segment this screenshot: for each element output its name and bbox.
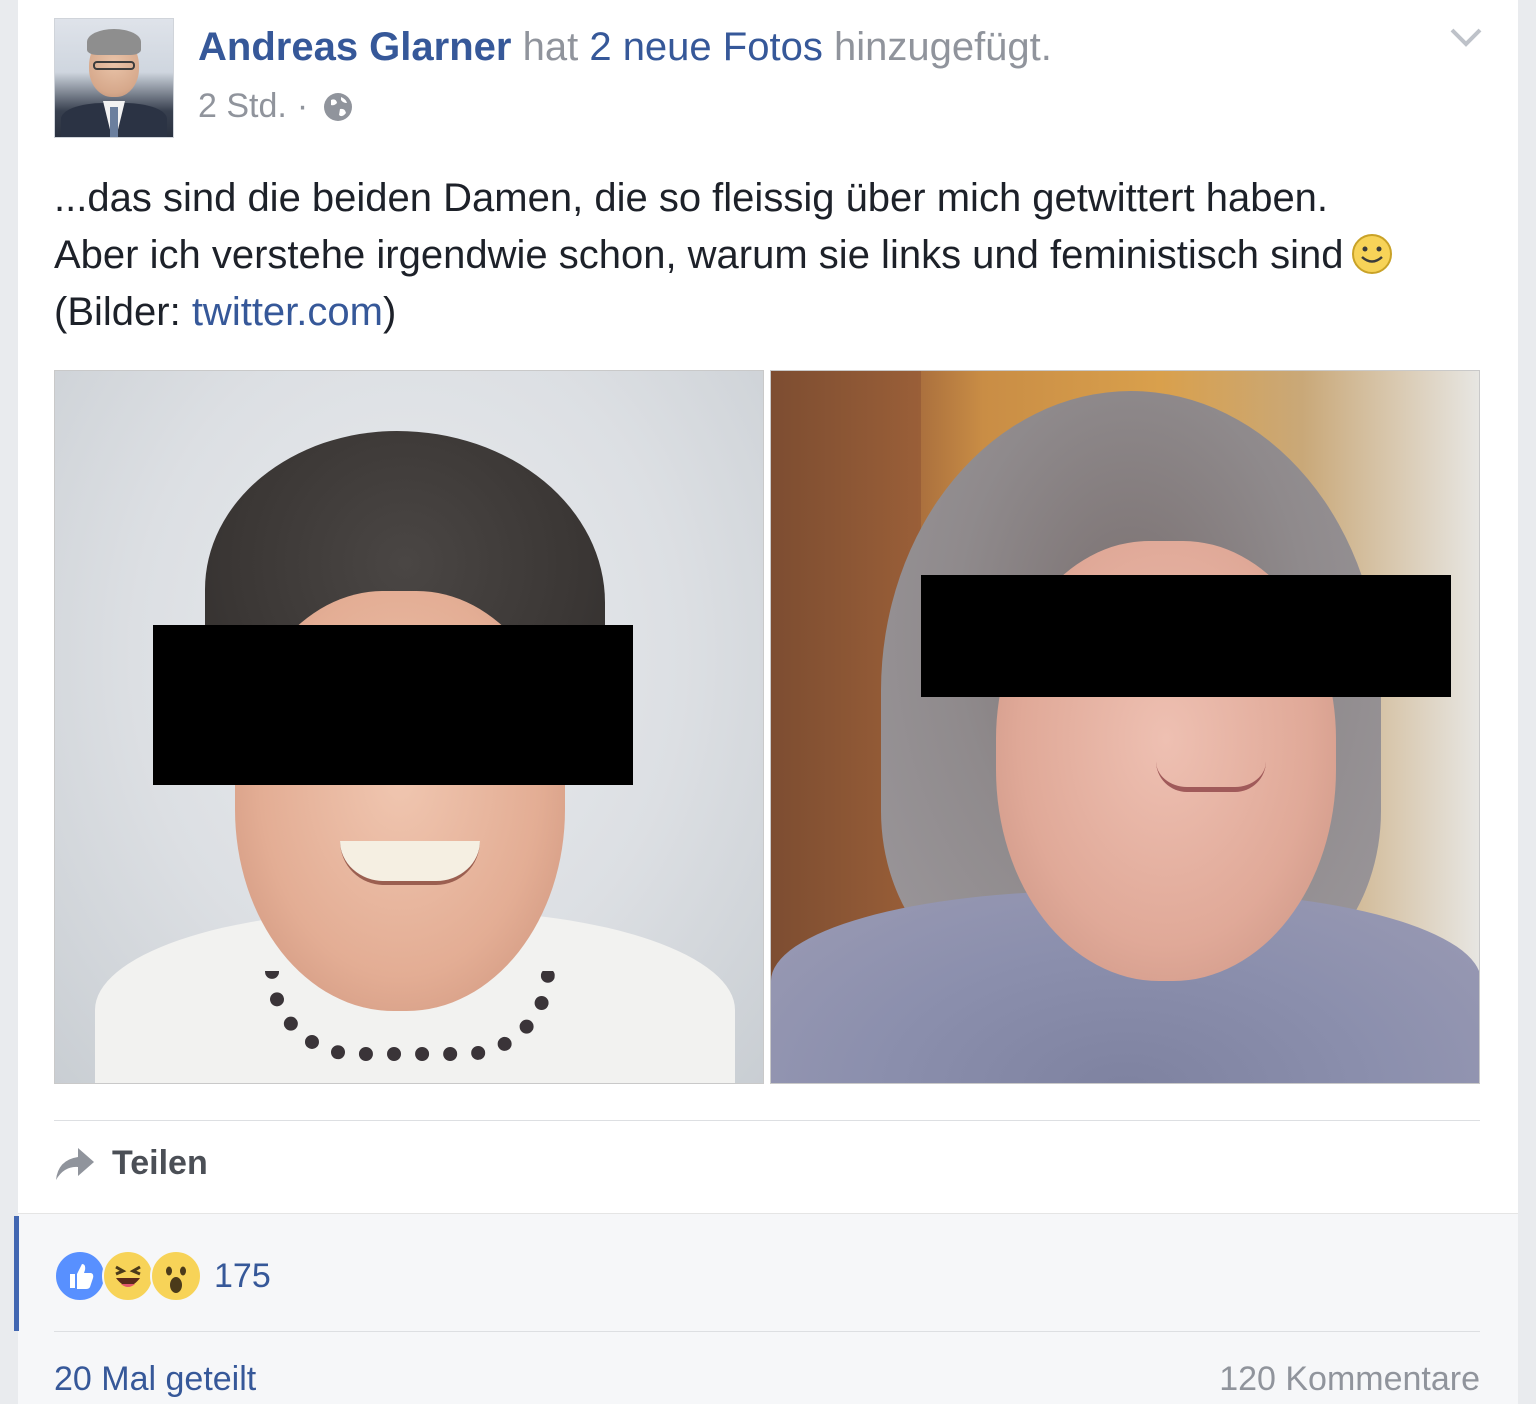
censor-bar (153, 625, 633, 785)
post-footer: 175 20 Mal geteilt 120 Kommentare (14, 1213, 1518, 1404)
shares-link[interactable]: 20 Mal geteilt (54, 1360, 256, 1399)
post-headline: Andreas Glarner hat 2 neue Fotos hinzuge… (198, 22, 1052, 72)
like-reaction-icon (54, 1250, 106, 1302)
photos-link[interactable]: 2 neue Fotos (589, 25, 823, 69)
feed-post: Andreas Glarner hat 2 neue Fotos hinzuge… (18, 0, 1518, 1403)
globe-icon[interactable] (322, 90, 354, 122)
share-label: Teilen (112, 1143, 208, 1182)
reactions-summary[interactable]: 175 (54, 1250, 271, 1302)
post-text: ...das sind die beiden Damen, die so fle… (54, 170, 1494, 341)
haha-reaction-icon (102, 1250, 154, 1302)
twitter-link[interactable]: twitter.com (192, 290, 383, 334)
comments-link[interactable]: 120 Kommentare (1219, 1360, 1480, 1399)
action-suffix: hinzugefügt. (833, 25, 1052, 69)
author-avatar[interactable] (54, 18, 174, 138)
chevron-down-icon[interactable] (1448, 24, 1484, 50)
wow-reaction-icon (150, 1250, 202, 1302)
footer-accent (14, 1216, 19, 1331)
post-text-line: ...das sind die beiden Damen, die so fle… (54, 176, 1329, 220)
post-meta: 2 Std. · (198, 84, 354, 128)
photo-2[interactable] (770, 370, 1480, 1084)
reaction-count[interactable]: 175 (214, 1257, 271, 1296)
action-prefix: hat (522, 25, 579, 69)
post-text-line: (Bilder: twitter.com) (54, 290, 397, 334)
share-button[interactable]: Teilen (54, 1142, 208, 1184)
divider (54, 1120, 1480, 1121)
meta-separator: · (296, 87, 309, 125)
divider (54, 1331, 1480, 1332)
author-name-link[interactable]: Andreas Glarner (198, 25, 511, 69)
photo-1[interactable] (54, 370, 764, 1084)
censor-bar (921, 575, 1451, 697)
post-text-line: Aber ich verstehe irgendwie schon, warum… (54, 227, 1494, 284)
post-timestamp[interactable]: 2 Std. (198, 84, 287, 128)
share-arrow-icon (56, 1148, 94, 1180)
smiley-emoji-icon (1351, 233, 1393, 275)
